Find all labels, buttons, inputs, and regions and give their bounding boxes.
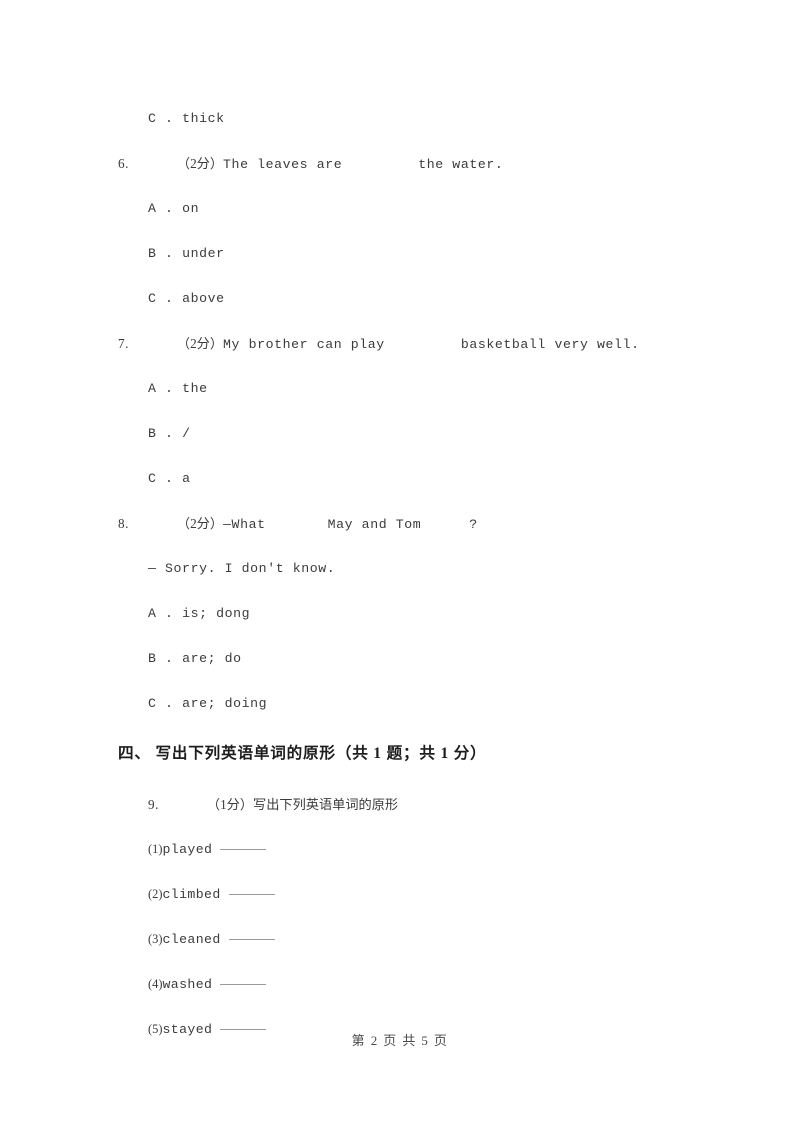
question-stem-part1: —What xyxy=(223,517,266,532)
page-footer: 第 2 页 共 5 页 xyxy=(351,1033,449,1048)
question-stem: 6. （2分）The leaves are the water. xyxy=(118,141,682,186)
option-letter: C xyxy=(148,696,157,711)
option-text: are; do xyxy=(182,651,242,666)
fill-item-index: (2) xyxy=(148,887,163,901)
option-row: B . are; do xyxy=(118,636,682,681)
fill-item: (1)played xyxy=(118,827,682,872)
option-row: A . is; dong xyxy=(118,591,682,636)
question-number: 8. xyxy=(118,516,129,531)
option-text: / xyxy=(182,426,191,441)
question-stem-before: The leaves are xyxy=(223,157,343,172)
option-text: is; dong xyxy=(182,606,251,621)
option-row: C . a xyxy=(118,456,682,501)
option-letter: B xyxy=(148,246,157,261)
question-stem: 8. （2分）—What May and Tom? xyxy=(118,501,682,546)
option-row: C . above xyxy=(118,276,682,321)
option-letter: B xyxy=(148,426,157,441)
question-stem-part2: May and Tom xyxy=(327,517,422,532)
question-stem-line2: — Sorry. I don't know. xyxy=(148,561,336,576)
option-letter: C xyxy=(148,471,157,486)
option-separator: . xyxy=(156,381,183,396)
answer-blank[interactable] xyxy=(220,983,267,985)
fill-item-word: washed xyxy=(162,977,213,992)
option-separator: . xyxy=(156,471,183,486)
option-row: A . the xyxy=(118,366,682,411)
option-row: C . thick xyxy=(118,96,682,141)
option-letter: A xyxy=(148,381,157,396)
option-letter: B xyxy=(148,651,157,666)
option-separator: . xyxy=(156,111,183,126)
option-text: on xyxy=(182,201,200,216)
option-letter: A xyxy=(148,606,157,621)
option-letter: C xyxy=(148,291,157,306)
question-stem-after: basketball very well. xyxy=(460,337,640,352)
answer-blank[interactable] xyxy=(220,848,267,850)
option-text: thick xyxy=(182,111,225,126)
question-number: 9. xyxy=(148,797,159,812)
fill-item: (2)climbed xyxy=(118,872,682,917)
fill-item-index: (3) xyxy=(148,932,163,946)
option-separator: . xyxy=(156,606,183,621)
option-separator: . xyxy=(156,426,183,441)
question-marks: （1分） xyxy=(206,797,254,812)
question-title: 写出下列英语单词的原形 xyxy=(253,797,399,812)
fill-item-word: climbed xyxy=(162,887,221,902)
fill-item-word: cleaned xyxy=(162,932,221,947)
fill-item: (3)cleaned xyxy=(118,917,682,962)
fill-item: (4)washed xyxy=(118,962,682,1007)
answer-blank[interactable] xyxy=(228,938,275,940)
option-separator: . xyxy=(156,651,183,666)
question-number: 6. xyxy=(118,156,129,171)
fill-item-index: (1) xyxy=(148,842,163,856)
option-row: B . / xyxy=(118,411,682,456)
question-stem-part3: ? xyxy=(469,517,478,532)
question-stem: 7. （2分）My brother can play basketball very… xyxy=(118,321,682,366)
option-separator: . xyxy=(156,696,183,711)
option-text: above xyxy=(182,291,225,306)
question-marks: （2分） xyxy=(176,156,224,171)
section-heading: 四、 写出下列英语单词的原形（共 1 题；共 1 分） xyxy=(118,745,487,762)
question-stem-after: the water. xyxy=(418,157,504,172)
option-text: a xyxy=(182,471,191,486)
exam-page: C . thick 6. （2分）The leaves are the water.… xyxy=(0,0,800,1132)
page-content: C . thick 6. （2分）The leaves are the water.… xyxy=(118,96,682,1052)
question-stem-before: My brother can play xyxy=(223,337,385,352)
option-text: under xyxy=(182,246,225,261)
option-separator: . xyxy=(156,201,183,216)
option-separator: . xyxy=(156,291,183,306)
option-letter: A xyxy=(148,201,157,216)
option-text: the xyxy=(182,381,208,396)
option-row: C . are; doing xyxy=(118,681,682,726)
option-row: A . on xyxy=(118,186,682,231)
fill-item-word: played xyxy=(162,842,213,857)
question-number: 7. xyxy=(118,336,129,351)
option-text: are; doing xyxy=(182,696,268,711)
question-marks: （2分） xyxy=(176,516,224,531)
question-marks: （2分） xyxy=(176,336,224,351)
question-stem: 9. （1分）写出下列英语单词的原形 xyxy=(118,782,682,827)
fill-item-index: (4) xyxy=(148,977,163,991)
option-row: B . under xyxy=(118,231,682,276)
option-letter: C xyxy=(148,111,157,126)
answer-blank[interactable] xyxy=(228,893,275,895)
option-separator: . xyxy=(156,246,183,261)
